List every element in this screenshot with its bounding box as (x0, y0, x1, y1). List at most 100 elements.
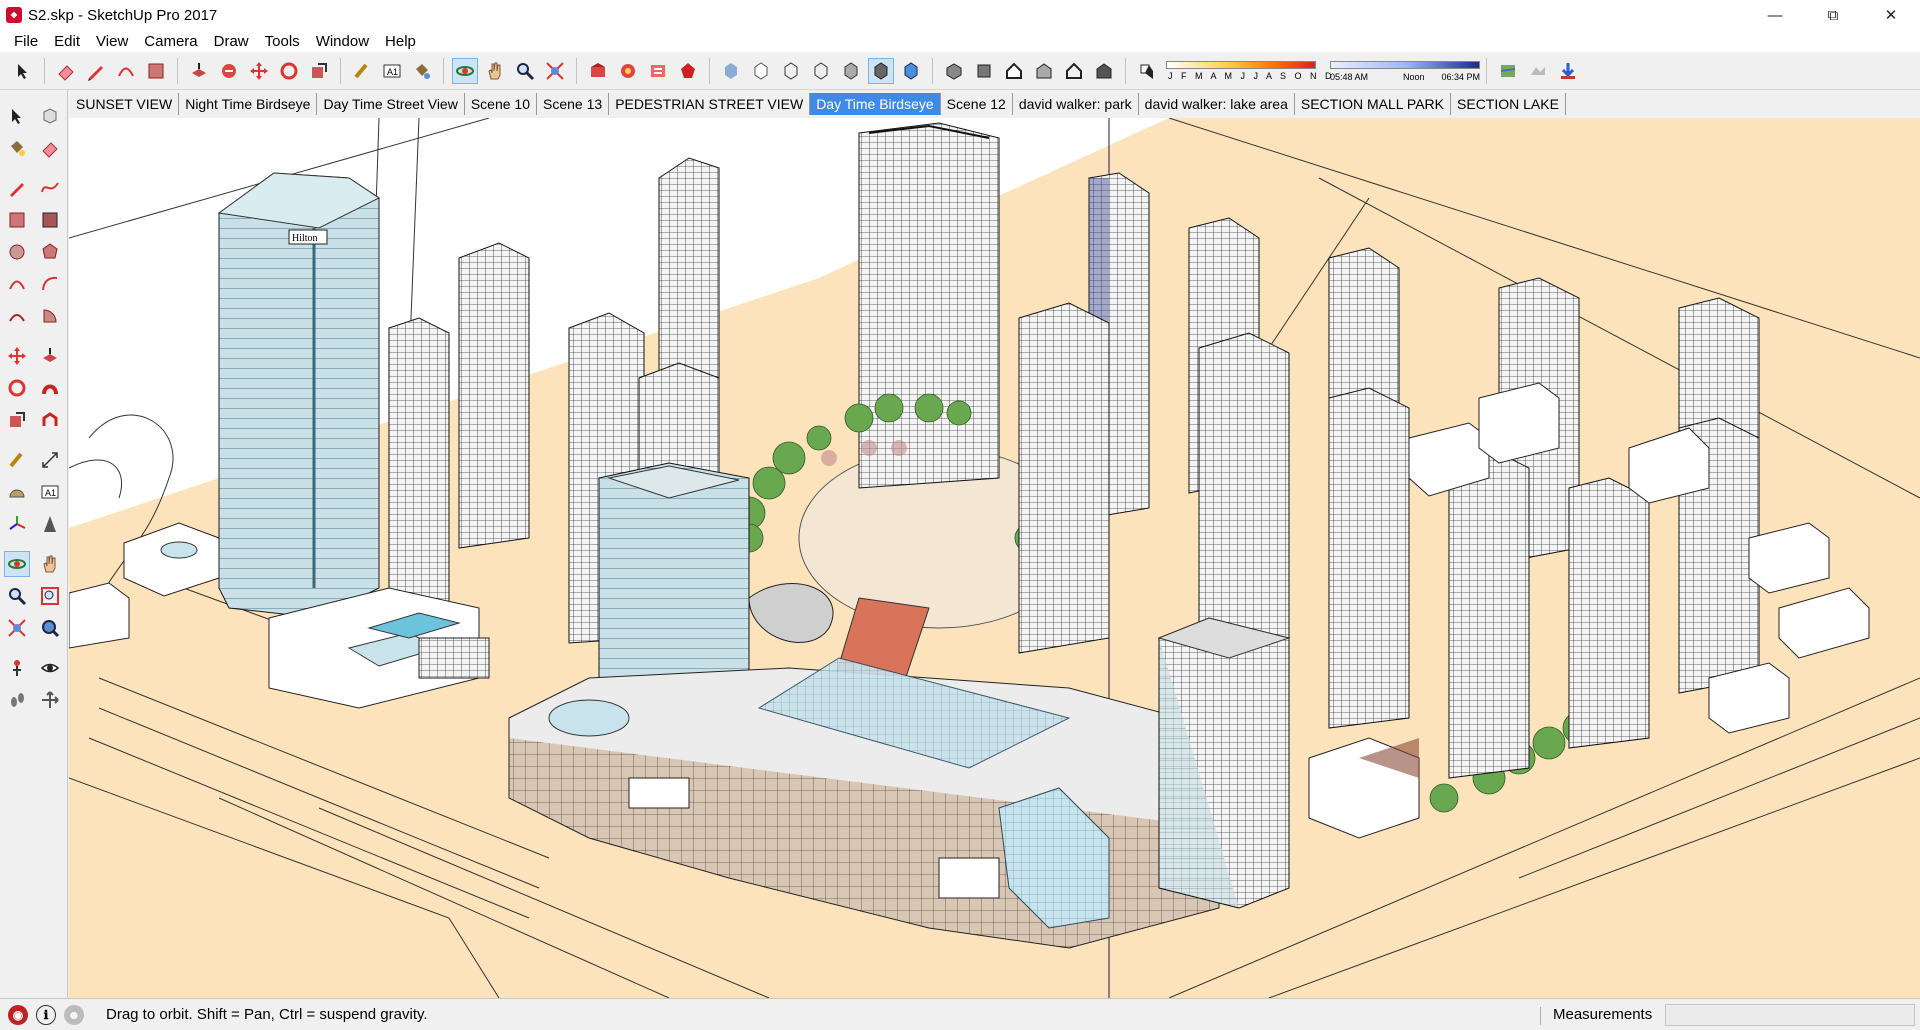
scene-tab-section-mall-park[interactable]: SECTION MALL PARK (1295, 93, 1452, 115)
tape-measure-tool-button[interactable] (349, 58, 375, 84)
left-look-around-button[interactable] (37, 655, 63, 681)
left-circle-button[interactable] (4, 239, 30, 265)
monochrome-style-button[interactable] (898, 58, 924, 84)
left-dimension-button[interactable] (37, 447, 63, 473)
iso-view-button[interactable] (941, 58, 967, 84)
measurements-input[interactable] (1665, 1004, 1915, 1026)
scene-tab-night-time-birdseye[interactable]: Night Time Birdseye (179, 93, 318, 115)
left-offset-button[interactable] (37, 407, 63, 433)
right-view-button[interactable] (1031, 58, 1057, 84)
menu-draw[interactable]: Draw (206, 33, 257, 50)
left-3d-text-button[interactable] (37, 511, 63, 537)
textured-style-button[interactable] (868, 57, 894, 84)
left-freehand-button[interactable] (37, 175, 63, 201)
shaded-style-button[interactable] (838, 58, 864, 84)
scale-tool-button[interactable] (306, 58, 332, 84)
left-zoom-window-button[interactable] (37, 583, 63, 609)
left-eraser-button[interactable] (37, 135, 63, 161)
left-zoom-extents-button[interactable] (4, 615, 30, 641)
pan-tool-button[interactable] (482, 58, 508, 84)
scene-tab-david-walker-lake-area[interactable]: david walker: lake area (1139, 93, 1295, 115)
left-push-pull-button[interactable] (37, 343, 63, 369)
back-view-button[interactable] (1061, 58, 1087, 84)
left-view-button[interactable] (1091, 58, 1117, 84)
left-2point-arc-button[interactable] (37, 271, 63, 297)
shadow-toggle-button[interactable] (1134, 58, 1160, 84)
user-account-icon[interactable]: ☻ (64, 1004, 84, 1025)
left-protractor-button[interactable] (4, 479, 30, 505)
left-text-button[interactable]: A1 (37, 479, 63, 505)
left-pan-button[interactable] (37, 551, 63, 577)
hidden-line-style-button[interactable] (808, 58, 834, 84)
left-position-camera-button[interactable] (4, 655, 30, 681)
left-component-button[interactable] (37, 103, 63, 129)
share-component-button[interactable] (645, 58, 671, 84)
left-walk-button[interactable] (4, 687, 30, 713)
rotate-tool-button[interactable] (276, 58, 302, 84)
eraser-tool-button[interactable] (53, 58, 79, 84)
line-tool-button[interactable] (83, 58, 109, 84)
menu-window[interactable]: Window (308, 33, 377, 50)
rectangle-tool-button[interactable] (143, 58, 169, 84)
left-follow-me-button[interactable] (37, 375, 63, 401)
scene-tab-scene-10[interactable]: Scene 10 (465, 93, 538, 115)
extension-warehouse-button[interactable] (675, 58, 701, 84)
back-edges-style-button[interactable] (748, 58, 774, 84)
left-tape-button[interactable] (4, 447, 30, 473)
scene-tab-day-time-birdseye[interactable]: Day Time Birdseye (810, 93, 941, 115)
front-view-button[interactable] (1001, 58, 1027, 84)
menu-file[interactable]: File (6, 33, 46, 50)
wireframe-style-button[interactable] (778, 58, 804, 84)
arc-tool-button[interactable] (113, 58, 139, 84)
left-zoom-button[interactable] (4, 583, 30, 609)
credits-icon[interactable]: ℹ (36, 1004, 56, 1025)
move-tool-button[interactable] (246, 58, 272, 84)
maximize-button[interactable]: ⧉ (1804, 0, 1862, 30)
toggle-terrain-button[interactable] (1525, 58, 1551, 84)
warehouse-button[interactable] (585, 58, 611, 84)
add-terrain-button[interactable] (1555, 58, 1581, 84)
scene-tab-day-time-street-view[interactable]: Day Time Street View (317, 93, 465, 115)
model-viewport[interactable]: Hilton (69, 118, 1920, 998)
share-model-button[interactable] (615, 58, 641, 84)
left-section-plane-button[interactable] (37, 687, 63, 713)
left-line-button[interactable] (4, 175, 30, 201)
menu-camera[interactable]: Camera (136, 33, 205, 50)
close-button[interactable]: ✕ (1862, 0, 1920, 30)
zoom-extents-tool-button[interactable] (542, 58, 568, 84)
add-location-button[interactable] (1495, 58, 1521, 84)
left-pie-button[interactable] (37, 303, 63, 329)
left-rectangle-button[interactable] (4, 207, 30, 233)
scene-tab-david-walker-park[interactable]: david walker: park (1013, 93, 1139, 115)
minimize-button[interactable]: — (1746, 0, 1804, 30)
paint-bucket-tool-button[interactable] (409, 58, 435, 84)
left-select-button[interactable] (4, 103, 30, 129)
geolocation-icon[interactable]: ◉ (8, 1004, 28, 1025)
scene-tab-scene-13[interactable]: Scene 13 (537, 93, 610, 115)
left-move-button[interactable] (4, 343, 30, 369)
left-rotate-button[interactable] (4, 375, 30, 401)
xray-style-button[interactable] (718, 58, 744, 84)
top-view-button[interactable] (971, 58, 997, 84)
select-tool-button[interactable] (10, 58, 36, 84)
orbit-tool-button[interactable] (452, 57, 478, 84)
left-polygon-button[interactable] (37, 239, 63, 265)
left-paint-button[interactable] (4, 135, 30, 161)
shadow-month-slider[interactable]: J F M A M J J A S O N D (1166, 57, 1332, 85)
menu-tools[interactable]: Tools (257, 33, 308, 50)
shadow-time-slider[interactable]: 05:48 AM Noon 06:34 PM (1330, 57, 1480, 85)
left-scale-button[interactable] (4, 407, 30, 433)
left-3point-arc-button[interactable] (4, 303, 30, 329)
scene-tab-sunset-view[interactable]: SUNSET VIEW (70, 93, 180, 115)
scene-tab-section-lake[interactable]: SECTION LAKE (1451, 93, 1566, 115)
push-pull-tool-button[interactable] (186, 58, 212, 84)
menu-help[interactable]: Help (377, 33, 424, 50)
left-axes-button[interactable] (4, 511, 30, 537)
menu-edit[interactable]: Edit (46, 33, 88, 50)
menu-view[interactable]: View (88, 33, 136, 50)
text-tool-button[interactable]: A1 (379, 58, 405, 84)
scene-tab-pedestrian-street-view[interactable]: PEDESTRIAN STREET VIEW (609, 93, 811, 115)
scene-tab-scene-12[interactable]: Scene 12 (941, 93, 1013, 115)
left-arc-button[interactable] (4, 271, 30, 297)
left-rotated-rectangle-button[interactable] (37, 207, 63, 233)
